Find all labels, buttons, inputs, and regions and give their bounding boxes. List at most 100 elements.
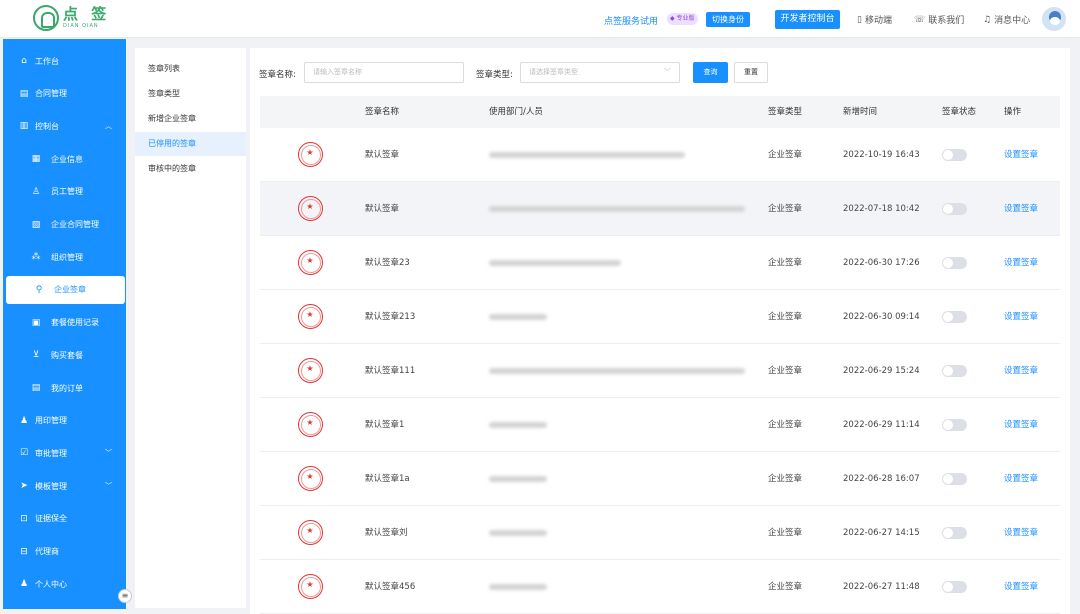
sidebar-item-9[interactable]: ⊻ 购买套餐 <box>3 341 126 369</box>
sidebar-item-label: 员工管理 <box>51 187 83 197</box>
sidebar-item-label: 模板管理 <box>35 481 67 491</box>
department-cell-redacted <box>489 422 547 428</box>
table-row[interactable]: ★ 默认签章213 企业签章 2022-06-30 09:14 设置签章 <box>260 290 1060 344</box>
department-cell-redacted <box>489 530 547 536</box>
clipboard-icon: ▤ <box>19 88 29 99</box>
sidebar-item-8[interactable]: ▣ 套餐使用记录 <box>3 309 126 337</box>
table-row[interactable]: ★ 默认签章456 企业签章 2022-06-27 11:48 设置签章 <box>260 560 1060 614</box>
status-toggle[interactable] <box>942 365 967 377</box>
record-icon: ▣ <box>31 317 41 328</box>
main-content: 签章名称: 请输入签章名称 签章类型: 请选择签章类型 ﹀ 查询 重置 签章名称… <box>250 48 1070 614</box>
status-toggle[interactable] <box>942 149 967 161</box>
status-toggle[interactable] <box>942 203 967 215</box>
sidebar-item-10[interactable]: ▤ 我的订单 <box>3 374 126 402</box>
set-seal-link[interactable]: 设置签章 <box>1004 128 1038 182</box>
seal-name-cell: 默认签章 <box>365 204 400 214</box>
submenu-item-1[interactable]: 签章类型 <box>135 82 246 106</box>
submenu-item-2[interactable]: 新增企业签章 <box>135 107 246 131</box>
sidebar-item-15[interactable]: ⊟ 代理商 <box>3 538 126 566</box>
status-toggle[interactable] <box>942 473 967 485</box>
seal-type-select[interactable]: 请选择签章类型 ﹀ <box>520 62 680 83</box>
seal-name-cell: 默认签章 <box>365 150 400 160</box>
developer-console-button[interactable]: 开发者控制台 <box>775 10 840 29</box>
nav-contact[interactable]: ☏ 联系我们 <box>914 13 964 27</box>
collapse-sidebar-icon[interactable]: ≡ <box>118 589 132 603</box>
sidebar-item-12[interactable]: ☑ 审批管理 ﹀ <box>3 439 126 467</box>
sidebar-item-2[interactable]: ▥ 控制台 ︿ <box>3 112 126 140</box>
seal-name-input[interactable]: 请输入签章名称 <box>304 62 464 83</box>
sidebar-item-label: 代理商 <box>35 547 59 556</box>
seal-type-cell: 企业签章 <box>768 474 803 484</box>
sidebar-item-1[interactable]: ▤ 合同管理 <box>3 80 126 108</box>
submenu-item-0[interactable]: 签章列表 <box>135 57 246 81</box>
stamp-icon: ♟ <box>19 415 29 426</box>
logo[interactable]: 点 签 DIAN QIAN <box>33 5 110 31</box>
seal-type-cell: 企业签章 <box>768 258 803 268</box>
table-row[interactable]: ★ 默认签章1 企业签章 2022-06-29 11:14 设置签章 <box>260 398 1060 452</box>
sidebar-item-label: 企业签章 <box>54 285 86 295</box>
sidebar-item-6[interactable]: ⁂ 组织管理 <box>3 243 126 271</box>
set-seal-link[interactable]: 设置签章 <box>1004 560 1038 614</box>
set-seal-link[interactable]: 设置签章 <box>1004 236 1038 290</box>
lock-icon: ⊡ <box>20 513 28 524</box>
nav-mobile[interactable]: ▯ 移动端 <box>857 13 892 27</box>
seal-name-cell: 默认签章1a <box>365 474 410 484</box>
status-toggle[interactable] <box>942 527 967 539</box>
order-icon: ▤ <box>31 383 41 393</box>
submenu-item-3[interactable]: 已停用的签章 <box>135 132 246 156</box>
nav-messages[interactable]: ♫ 消息中心 <box>983 13 1030 27</box>
table-row[interactable]: ★ 默认签章 企业签章 2022-10-19 16:43 设置签章 <box>260 128 1060 182</box>
chevron-down-icon: ﹀ <box>664 68 671 76</box>
table-row[interactable]: ★ 默认签章 企业签章 2022-07-18 10:42 设置签章 <box>260 182 1060 236</box>
star-icon: ★ <box>306 472 314 481</box>
seal-image: ★ <box>298 142 323 167</box>
sidebar-item-5[interactable]: ▧ 企业合同管理 <box>3 211 126 239</box>
sidebar-item-13[interactable]: ➤ 模板管理 ﹀ <box>3 472 126 500</box>
department-cell-redacted <box>489 368 745 374</box>
created-time-cell: 2022-06-27 11:48 <box>843 582 920 592</box>
set-seal-link[interactable]: 设置签章 <box>1004 398 1038 452</box>
sidebar-item-4[interactable]: ♙ 员工管理 <box>3 178 126 206</box>
sidebar-item-3[interactable]: ▦ 企业信息 <box>3 145 126 173</box>
sidebar-item-label: 用印管理 <box>35 416 67 426</box>
sidebar-item-label: 企业信息 <box>51 154 83 164</box>
table-row[interactable]: ★ 默认签章1a 企业签章 2022-06-28 16:07 设置签章 <box>260 452 1060 506</box>
status-toggle[interactable] <box>942 311 967 323</box>
mobile-icon: ▯ <box>857 14 862 25</box>
submenu-item-4[interactable]: 审核中的签章 <box>135 157 246 181</box>
seal-image: ★ <box>298 250 323 275</box>
seal-image: ★ <box>298 358 323 383</box>
table-row[interactable]: ★ 默认签章23 企业签章 2022-06-30 17:26 设置签章 <box>260 236 1060 290</box>
reset-button[interactable]: 重置 <box>734 62 768 83</box>
table-row[interactable]: ★ 默认签章111 企业签章 2022-06-29 15:24 设置签章 <box>260 344 1060 398</box>
org-icon: ⁂ <box>31 252 41 263</box>
set-seal-link[interactable]: 设置签章 <box>1004 182 1038 236</box>
seal-image: ★ <box>298 466 323 491</box>
sidebar-item-7[interactable]: ⚲ 企业签章 <box>6 275 125 304</box>
star-icon: ★ <box>306 526 314 535</box>
sidebar: ⌂ 工作台 ▤ 合同管理 ▥ 控制台 ︿ ▦ 企业信息 ♙ 员工管理 ▧ 企业合同管理 ⁂ 组织管理 ⚲ 企业签… <box>3 39 126 609</box>
query-button[interactable]: 查询 <box>693 62 728 83</box>
sidebar-item-16[interactable]: ♟ 个人中心 <box>3 570 126 598</box>
created-time-cell: 2022-06-30 09:14 <box>843 312 920 322</box>
created-time-cell: 2022-06-29 11:14 <box>843 420 920 430</box>
set-seal-link[interactable]: 设置签章 <box>1004 290 1038 344</box>
table-row[interactable]: ★ 默认签章刘 企业签章 2022-06-27 14:15 设置签章 <box>260 506 1060 560</box>
switch-identity-button[interactable]: 切换身份 <box>706 12 750 27</box>
status-toggle[interactable] <box>942 257 967 269</box>
trial-link[interactable]: 点签服务试用 <box>604 14 658 27</box>
status-toggle[interactable] <box>942 419 967 431</box>
set-seal-link[interactable]: 设置签章 <box>1004 506 1038 560</box>
sidebar-item-14[interactable]: ⊡ 证据保全 <box>3 505 126 533</box>
set-seal-link[interactable]: 设置签章 <box>1004 452 1038 506</box>
sidebar-item-0[interactable]: ⌂ 工作台 <box>3 47 126 75</box>
user-icon: ♙ <box>31 186 41 197</box>
status-toggle[interactable] <box>942 581 967 593</box>
set-seal-link[interactable]: 设置签章 <box>1004 344 1038 398</box>
logo-text-en: DIAN QIAN <box>63 23 99 29</box>
seal-type-cell: 企业签章 <box>768 312 803 322</box>
col-created-time: 新增时间 <box>843 107 878 117</box>
avatar[interactable] <box>1042 7 1066 31</box>
department-cell-redacted <box>489 476 547 482</box>
sidebar-item-11[interactable]: ♟ 用印管理 <box>3 407 126 435</box>
